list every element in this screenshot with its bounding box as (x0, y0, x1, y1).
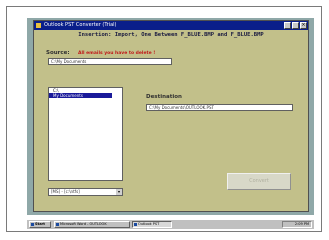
taskbar-item[interactable]: Microsoft Word - OUTLOOK (54, 221, 130, 228)
start-label: Start (35, 222, 45, 226)
drive-select-value: [MS] - [c:\ntfs] (51, 189, 80, 194)
warning-text: All emails you have to delete ! (78, 51, 156, 56)
chevron-down-icon[interactable]: ▾ (116, 189, 122, 195)
system-tray: 2:09 PM (282, 221, 312, 228)
minimize-button[interactable] (284, 22, 291, 29)
source-path-field[interactable]: C:\My Documents (48, 58, 172, 65)
header-text: Insertion: Import, One Between F_BLUE.BM… (78, 32, 264, 38)
taskbar-item-active[interactable]: Outlook PST (132, 221, 172, 228)
tree-item-selected[interactable]: My Documents (49, 93, 112, 98)
drive-select[interactable]: [MS] - [c:\ntfs] ▾ (48, 188, 123, 196)
start-button[interactable]: Start (29, 221, 51, 228)
destination-path-field[interactable]: C:\My Documents\OUTLOOK.PST (146, 104, 293, 111)
title-bar[interactable]: Outlook PST Converter (Trial) × (34, 21, 308, 30)
source-label: Source: (46, 50, 70, 56)
close-button[interactable]: × (300, 22, 307, 29)
app-window: Outlook PST Converter (Trial) × Insertio… (33, 20, 309, 212)
window-title: Outlook PST Converter (Trial) (44, 22, 117, 28)
convert-button[interactable]: Convert (227, 173, 291, 190)
destination-label: Destination (146, 94, 182, 100)
windows-logo-icon (31, 223, 34, 226)
app-icon (134, 223, 137, 226)
taskbar: Start Microsoft Word - OUTLOOK Outlook P… (27, 219, 314, 229)
taskbar-item-label: Outlook PST (138, 222, 160, 226)
folder-tree[interactable]: C:\ My Documents (48, 87, 123, 181)
taskbar-item-label: Microsoft Word - OUTLOOK (60, 222, 107, 226)
word-icon (56, 223, 59, 226)
app-icon (36, 23, 41, 28)
maximize-button[interactable] (292, 22, 299, 29)
clock: 2:09 PM (294, 222, 309, 226)
